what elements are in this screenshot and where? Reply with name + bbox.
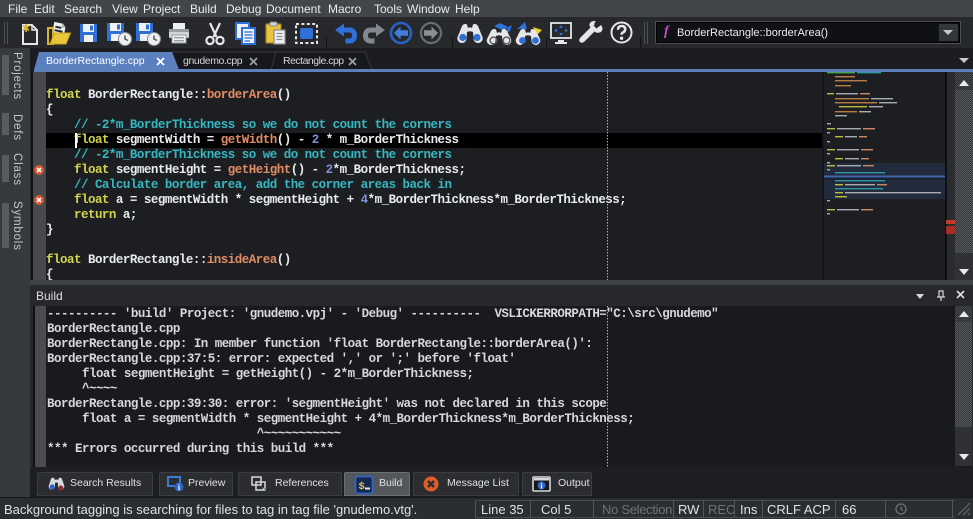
svg-text:$: $ <box>359 481 365 493</box>
